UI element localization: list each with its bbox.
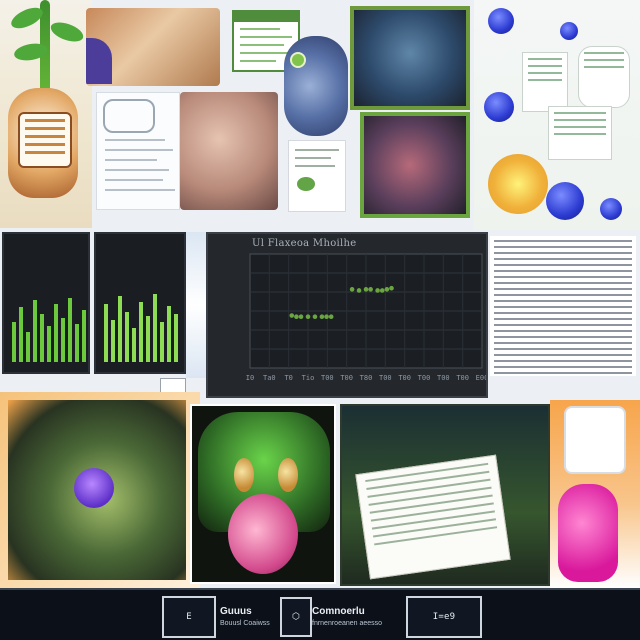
scatter-point	[298, 314, 304, 319]
blue-sphere-icon	[546, 182, 584, 220]
footer-bar: E Guuus Bouusl Coaiwss ⬡ Comnoerlu fnrne…	[0, 588, 640, 640]
scatter-point	[375, 288, 380, 293]
microscopy-photo-bottom	[360, 112, 470, 218]
footer-end-label: I=e9	[432, 612, 456, 622]
rock-shadow	[86, 38, 112, 84]
footer-subtitle-text: Bouusl Coaiwss	[220, 620, 270, 627]
x-tick-label: Tio	[302, 374, 315, 382]
blue-sphere-icon	[488, 8, 514, 34]
leaf-icon	[48, 18, 86, 46]
pink-core	[228, 494, 298, 574]
x-tick-label: T80	[360, 374, 373, 382]
scatter-point	[294, 314, 299, 319]
scatter-point	[319, 314, 325, 319]
scatter-point	[289, 313, 295, 318]
scatter-point	[384, 287, 390, 292]
creature-illustration	[190, 404, 336, 584]
footer-right-subtitle: fnrnenroeanen aeesso	[312, 620, 382, 627]
x-tick-label: T00	[340, 374, 353, 382]
footer-right-title: Comnoerlu	[312, 606, 365, 617]
x-tick-label: T00	[456, 374, 469, 382]
text-column	[490, 236, 636, 376]
footer-subtitle: Bouusl Coaiwss	[220, 620, 270, 627]
x-tick-label: T00	[379, 374, 392, 382]
green-blob-icon	[297, 177, 315, 191]
scatter-point	[305, 314, 311, 319]
scatter-point	[368, 287, 373, 292]
vase-label-document	[18, 112, 72, 168]
scatter-point	[379, 288, 385, 293]
x-tick-label: T00	[437, 374, 450, 382]
scatter-point	[328, 314, 334, 319]
footer-right-title-text: Comnoerlu	[312, 606, 365, 617]
bar-panel-left	[2, 232, 90, 374]
scatter-point	[324, 314, 329, 319]
bar-cluster	[102, 292, 178, 362]
footer-right-subtitle-text: fnrnenroeanen aeesso	[312, 620, 383, 627]
pink-figure	[558, 484, 618, 582]
x-tick-label: T00	[398, 374, 411, 382]
eye-icon	[234, 458, 254, 492]
blue-strip	[186, 232, 208, 378]
rock-photo	[86, 8, 220, 86]
x-tick-label: I0	[246, 374, 254, 382]
chart-plot: I0 Ta0 T0 Tio T00 T00 T80 T00 T00 T00 T00 T00 E00	[246, 253, 488, 382]
document-frame	[103, 99, 155, 133]
bar-cluster	[10, 292, 86, 362]
skin-photo	[180, 92, 278, 210]
green-dot-icon	[290, 52, 306, 68]
scatter-point	[363, 287, 369, 292]
purple-orb-icon	[74, 468, 114, 508]
footer-logo-button[interactable]: E	[162, 596, 216, 638]
shell-illustration	[8, 400, 186, 580]
label-card	[564, 406, 626, 474]
scatter-point	[356, 288, 362, 293]
blue-sphere-icon	[484, 92, 514, 122]
scatter-point	[312, 314, 318, 319]
eye-icon	[278, 458, 298, 492]
swirl-illustration	[284, 36, 348, 136]
plant-illustration	[0, 0, 92, 228]
x-tick-label: T0	[284, 374, 292, 382]
scatter-point	[349, 287, 355, 292]
x-tick-label: T00	[418, 374, 431, 382]
scatter-chart: Ul Flaxeoa Mhoilhe I0 Ta0 T0 Tio T00 T00 T80 T0…	[206, 232, 488, 398]
footer-end-button[interactable]: I=e9	[406, 596, 482, 638]
footer-title-text: Guuus	[220, 606, 252, 617]
microscopy-photo-top	[350, 6, 470, 110]
blue-sphere-icon	[560, 22, 578, 40]
footer-title: Guuus	[220, 606, 284, 617]
orange-orb-icon	[488, 154, 548, 214]
mini-document	[548, 106, 612, 160]
document-thumbnail	[96, 92, 180, 210]
mini-document	[578, 46, 630, 108]
footer-logo-label: E	[186, 612, 192, 622]
blue-sphere-icon	[600, 198, 622, 220]
paper-sheet	[355, 454, 511, 580]
right-bottom-collage	[550, 400, 640, 588]
x-tick-label: Ta0	[263, 374, 276, 382]
x-tick-label: E00	[476, 374, 488, 382]
x-tick-label: T00	[321, 374, 334, 382]
right-collage	[474, 0, 640, 230]
mini-document	[522, 52, 568, 112]
scatter-point	[389, 285, 394, 291]
shield-icon: ⬡	[280, 597, 312, 637]
bar-panel-right	[94, 232, 186, 374]
lab-scene	[340, 404, 550, 586]
document-thumbnail	[288, 140, 346, 212]
